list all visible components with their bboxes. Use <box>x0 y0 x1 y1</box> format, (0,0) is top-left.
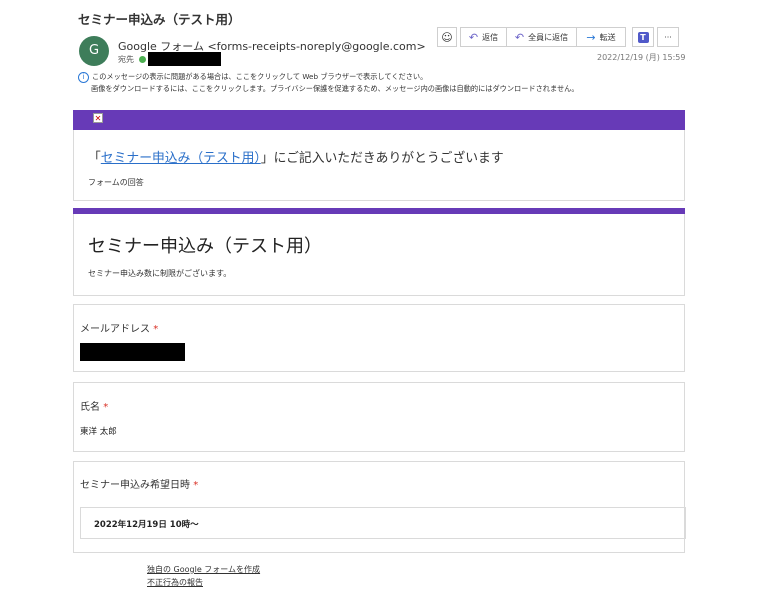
email-label: メールアドレス <box>80 324 150 335</box>
question-label-name: 氏名 * <box>80 398 108 413</box>
required-mark: * <box>193 480 199 491</box>
question-label-email: メールアドレス * <box>80 320 158 335</box>
question-label-datetime: セミナー申込み希望日時 * <box>80 476 198 491</box>
name-answer: 東洋 太郎 <box>80 427 117 437</box>
smiley-icon: ☺ <box>441 30 453 44</box>
message-toolbar: ☺ ↶ 返信 ↶ 全員に返信 → 転送 T ··· <box>437 27 682 47</box>
form-description: セミナー申込み数に制限がございます。 <box>88 269 232 278</box>
datetime-answer: 2022年12月19日 10時〜 <box>94 520 199 530</box>
thanks-prefix: 「 <box>88 151 101 166</box>
info-icon: i <box>78 72 89 83</box>
reply-icon: ↶ <box>468 30 479 44</box>
report-abuse-link[interactable]: 不正行為の報告 <box>147 577 203 588</box>
sender-avatar[interactable]: G <box>79 36 109 66</box>
response-label: フォームの回答 <box>88 178 144 187</box>
more-actions-button[interactable]: ··· <box>657 27 679 47</box>
question-card-name <box>73 382 685 452</box>
more-icon: ··· <box>664 32 672 42</box>
required-mark: * <box>153 324 159 335</box>
create-form-link[interactable]: 独自の Google フォームを作成 <box>147 564 260 575</box>
reply-button[interactable]: ↶ 返信 <box>460 27 506 47</box>
redacted-recipient <box>148 52 221 66</box>
datetime-label: セミナー申込み希望日時 <box>80 480 190 491</box>
required-mark: * <box>103 402 109 413</box>
thanks-text: 「セミナー申込み（テスト用）」にご記入いただきありがとうございます <box>88 147 504 166</box>
broken-image-icon: ✕ <box>93 113 103 123</box>
info-line-2[interactable]: 画像をダウンロードするには、ここをクリックします。プライバシー保護を促進するため… <box>91 84 579 93</box>
thanks-suffix: 」にご記入いただきありがとうございます <box>260 151 504 166</box>
forward-icon: → <box>586 30 596 44</box>
info-line-1[interactable]: このメッセージの表示に問題がある場合は、ここをクリックして Web ブラウザーで… <box>92 72 427 81</box>
reply-label: 返信 <box>482 32 499 42</box>
forward-label: 転送 <box>599 32 616 42</box>
form-link[interactable]: セミナー申込み（テスト用） <box>101 151 261 166</box>
received-date: 2022/12/19 (月) 15:59 <box>597 53 686 62</box>
header-banner <box>73 110 685 130</box>
emoji-button[interactable]: ☺ <box>437 27 457 47</box>
recipient-line: 宛先 <box>118 54 146 65</box>
reply-all-button[interactable]: ↶ 全員に返信 <box>506 27 576 47</box>
to-label: 宛先 <box>118 55 134 64</box>
reply-all-icon: ↶ <box>514 30 525 44</box>
name-label: 氏名 <box>80 402 100 413</box>
forward-button[interactable]: → 転送 <box>576 27 626 47</box>
redacted-email-answer <box>80 343 185 361</box>
presence-icon <box>138 56 146 63</box>
teams-button[interactable]: T <box>632 27 654 47</box>
info-bar[interactable]: i このメッセージの表示に問題がある場合は、ここをクリックして Web ブラウザー… <box>78 71 579 94</box>
email-subject: セミナー申込み（テスト用） <box>78 12 241 27</box>
reply-all-label: 全員に返信 <box>528 32 569 42</box>
form-title: セミナー申込み（テスト用） <box>88 236 322 257</box>
teams-icon: T <box>637 31 649 43</box>
question-card-email <box>73 304 685 372</box>
